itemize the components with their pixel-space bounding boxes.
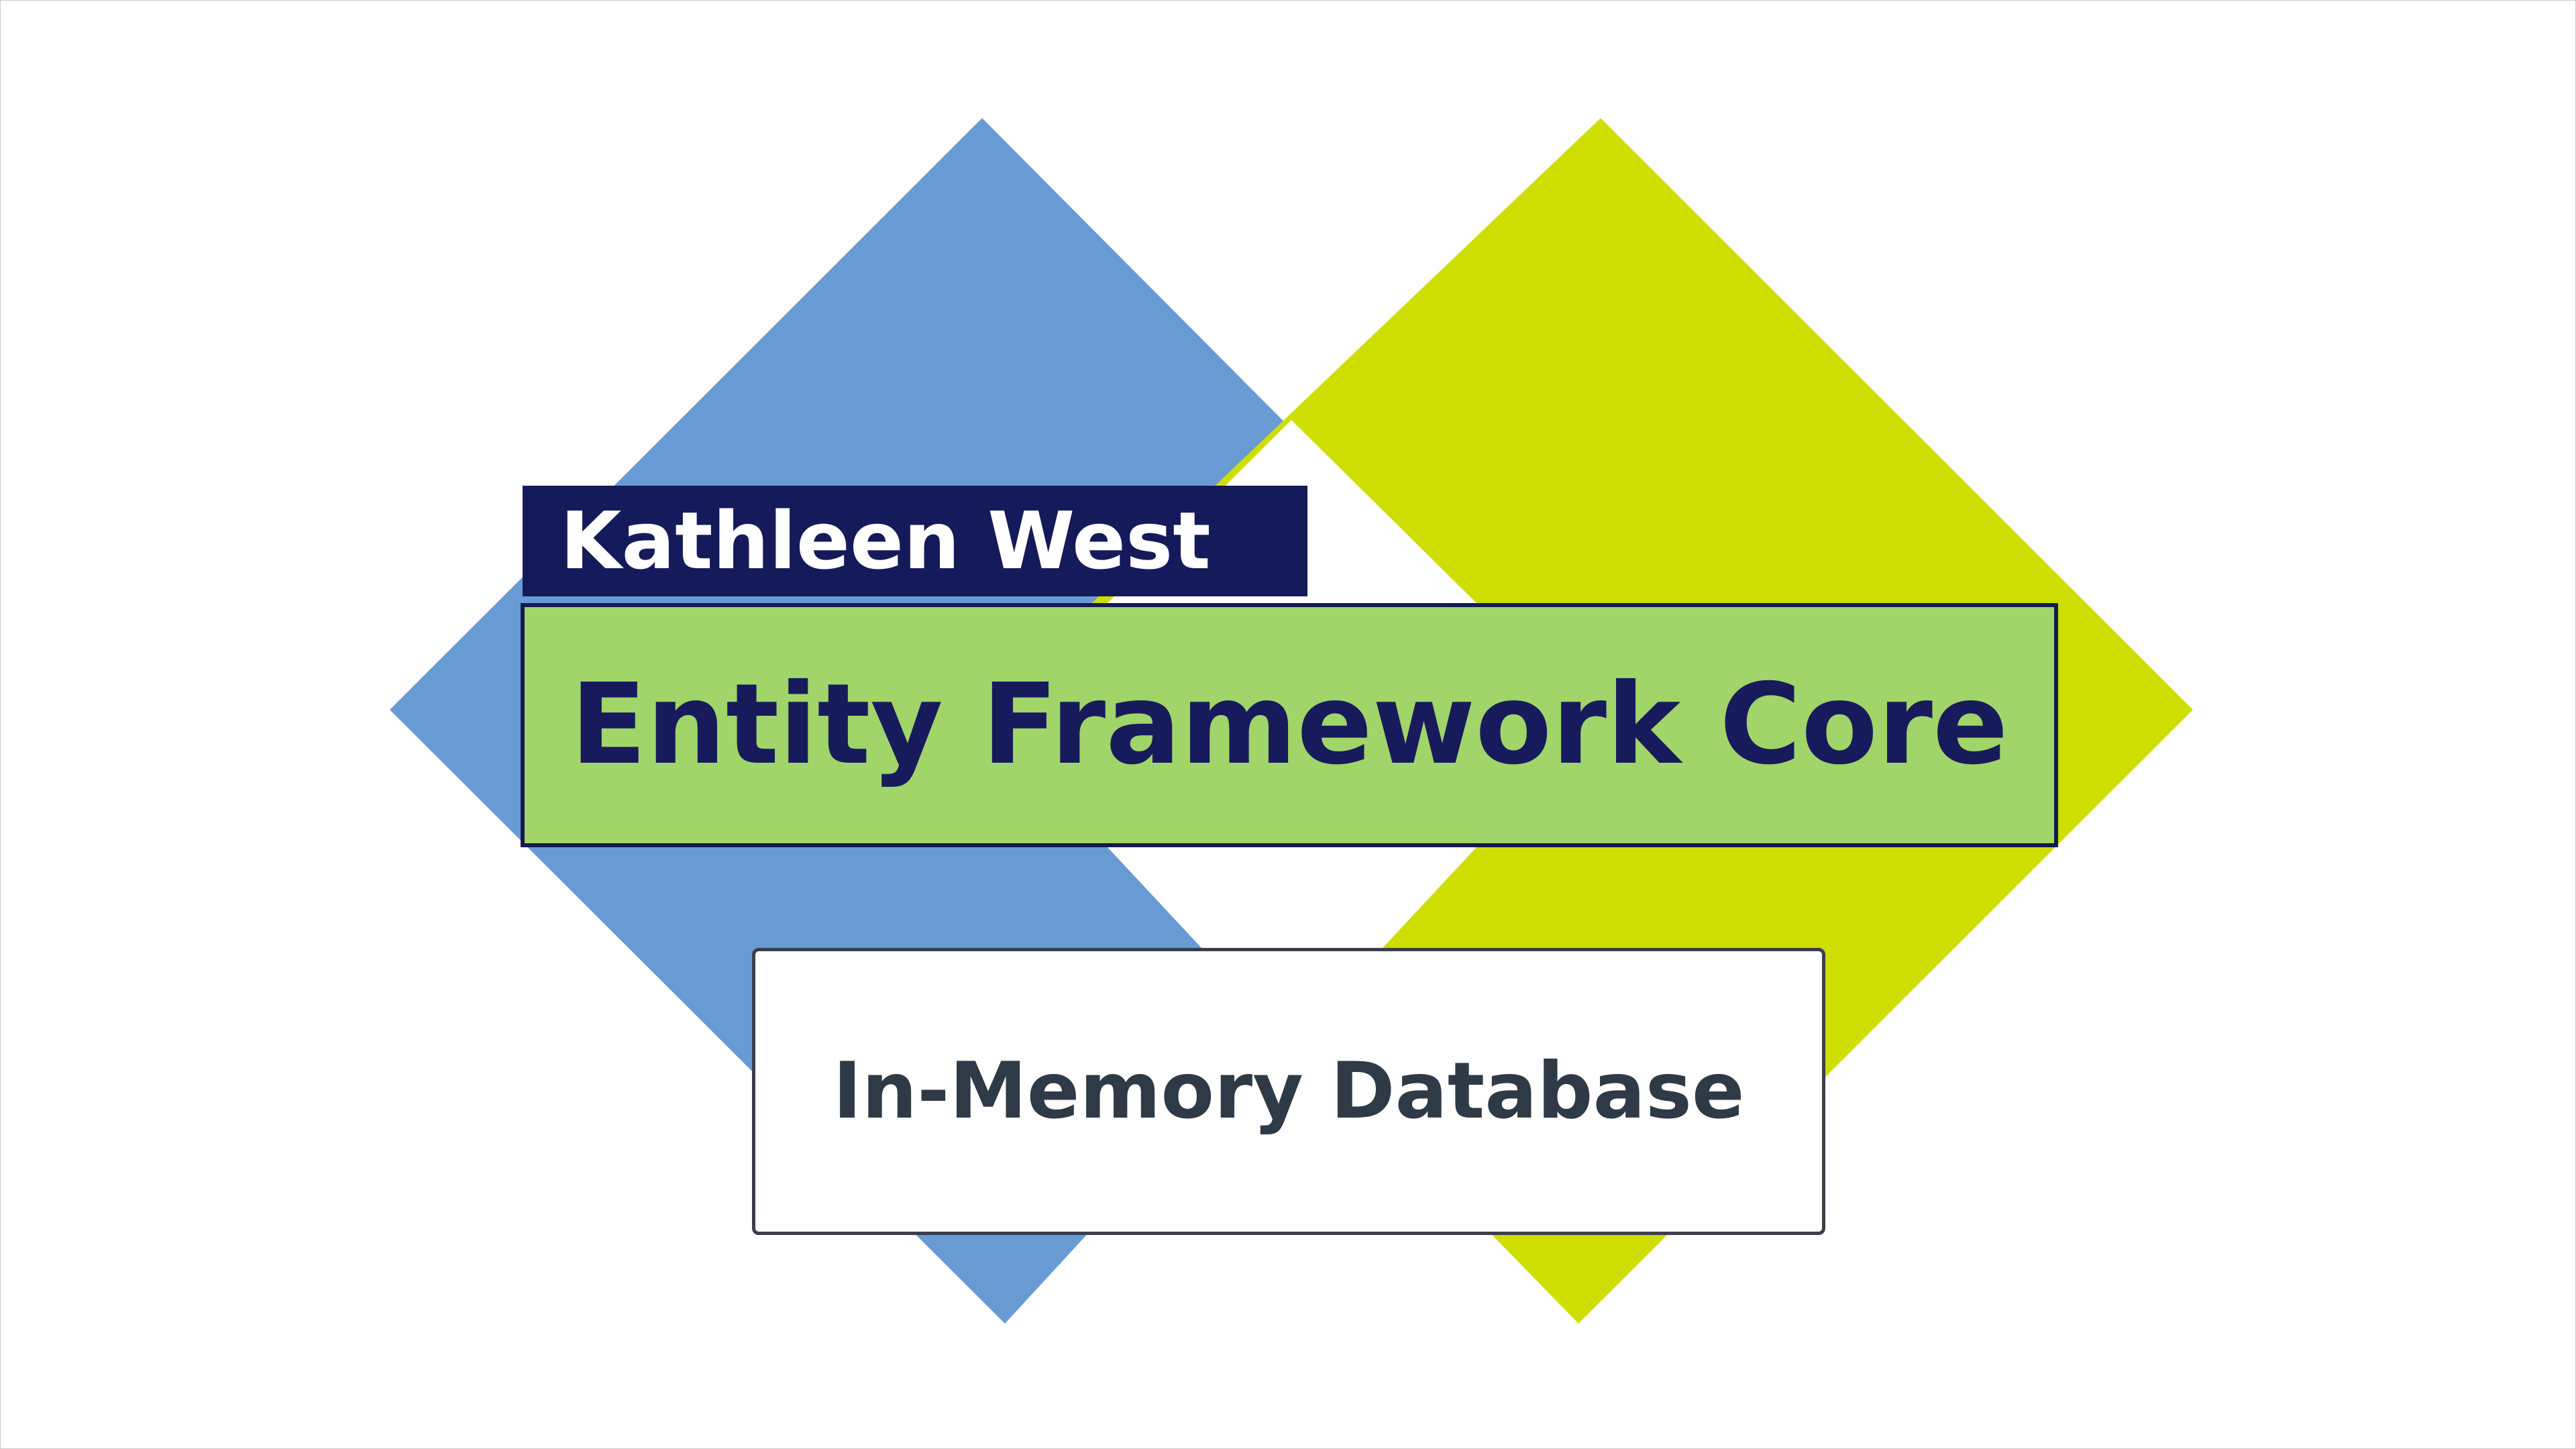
subtitle-card: In-Memory Database	[752, 948, 1825, 1235]
title-slide: Kathleen West Entity Framework Core In-M…	[0, 0, 2576, 1449]
author-name: Kathleen West	[560, 494, 1211, 587]
course-title: Entity Framework Core	[570, 660, 2008, 790]
author-banner: Kathleen West	[523, 486, 1307, 596]
title-banner: Entity Framework Core	[521, 603, 2058, 847]
module-subtitle: In-Memory Database	[833, 1046, 1745, 1136]
